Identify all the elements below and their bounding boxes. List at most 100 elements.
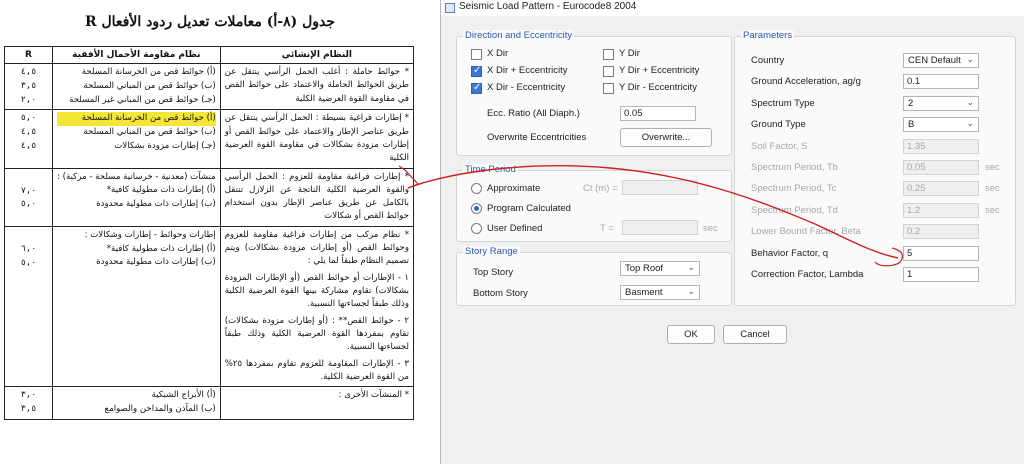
resist-item: (ب) إطارات ذات مطولية محدودة [96, 257, 216, 268]
r-value: ٥,٠ [20, 113, 37, 124]
seismic-load-pattern-dialog: Seismic Load Pattern - Eurocode8 2004 Di… [440, 0, 1024, 464]
resist-item: (جـ) حوائط قص من المباني غير المسلحة [69, 94, 216, 105]
param-label: Lower Bound Factor, Beta [751, 226, 861, 237]
structural-subitem: ٢ - حوائط القص** : (أو إطارات مزودة بشكا… [224, 315, 409, 353]
param-value: B [908, 119, 915, 130]
r-values: ٣,٠ ٣,٥ [4, 386, 53, 420]
chevron-down-icon: ⌄ [966, 118, 974, 128]
header-r: R [4, 46, 53, 64]
bottom-story-dropdown[interactable]: Basment ⌄ [620, 285, 700, 300]
t-input[interactable] [622, 220, 698, 235]
param-input[interactable]: 1.35 [903, 139, 979, 154]
cancel-button[interactable]: Cancel [723, 325, 787, 344]
resist-item: (أ) إطارات ذات مطولية كافية* [106, 243, 216, 254]
param-dropdown[interactable]: 2 ⌄ [903, 96, 979, 111]
resist-item: (أ) إطارات ذات مطولية كافية* [106, 185, 216, 196]
param-input[interactable]: 1.2 [903, 203, 979, 218]
user-defined-radio[interactable] [471, 223, 482, 234]
highlighted-resist-item: (أ) حوائط قص من الخرسانة المسلحة [57, 112, 216, 126]
chevron-down-icon: ⌄ [966, 97, 974, 107]
y-dir-label: Y Dir [619, 48, 640, 59]
param-input[interactable]: 5 [903, 246, 979, 261]
r-value: ٣,٥ [20, 80, 37, 91]
param-unit: sec [985, 162, 1000, 173]
resisting-system-cell: إطارات وحوائط - إطارات وشكالات : (أ) إطا… [52, 225, 221, 388]
param-dropdown[interactable]: B ⌄ [903, 117, 979, 132]
structural-system-cell: * المنشآت الأخرى : [219, 386, 415, 420]
approximate-label: Approximate [487, 183, 541, 194]
y-dir-plus-ecc-checkbox[interactable] [603, 66, 614, 77]
param-dropdown[interactable]: CEN Default ⌄ [903, 53, 979, 68]
ecc-ratio-label: Ecc. Ratio (All Diaph.) [487, 108, 580, 119]
chevron-down-icon: ⌄ [966, 54, 974, 64]
param-input[interactable]: 1 [903, 267, 979, 282]
overwrite-button[interactable]: Overwrite... [620, 128, 712, 147]
time-period-group: Time Period Approximate Ct (m) = Program… [456, 164, 732, 242]
parameters-group: Parameters Country CEN Default ⌄ Ground Acc… [734, 30, 1016, 306]
dialog-title: Seismic Load Pattern - Eurocode8 2004 [459, 1, 637, 12]
scanned-code-table: جدول (٨-أ) معاملات تعديل ردود الأفعال R … [0, 0, 420, 464]
param-label: Correction Factor, Lambda [751, 269, 864, 280]
y-dir-minus-ecc-checkbox[interactable] [603, 83, 614, 94]
param-input[interactable]: 0.2 [903, 224, 979, 239]
x-dir-minus-ecc-checkbox[interactable] [471, 82, 482, 94]
resist-item: إطارات وحوائط - إطارات وشكالات : [84, 229, 216, 240]
t-unit: sec [703, 223, 718, 234]
top-story-dropdown[interactable]: Top Roof ⌄ [620, 261, 700, 276]
dialog-titlebar: Seismic Load Pattern - Eurocode8 2004 [441, 0, 1024, 16]
structural-system-cell: * إطارات فراغية مقاومة للعزوم : الحمل ال… [219, 167, 415, 227]
param-value: CEN Default [908, 55, 961, 66]
param-input[interactable]: 0.25 [903, 181, 979, 196]
ok-button[interactable]: OK [667, 325, 715, 344]
structural-subitem: ٣ - الإطارات المقاومة للعزوم تقاوم بمفرد… [224, 358, 409, 382]
table-row: ٣,٠ ٣,٥ (أ) الأبراج الشبكية (ب) المآذن و… [4, 386, 415, 420]
y-dir-checkbox[interactable] [603, 49, 614, 60]
param-label: Ground Acceleration, ag/g [751, 76, 861, 87]
param-value: 2 [908, 98, 914, 109]
program-calculated-radio[interactable] [471, 203, 482, 214]
top-story-label: Top Story [473, 267, 514, 278]
resist-item: (ب) حوائط قص من المباني المسلحة [83, 127, 216, 137]
param-input[interactable]: 0.05 [903, 160, 979, 175]
t-label: T = [600, 223, 614, 234]
approximate-radio[interactable] [471, 183, 482, 194]
x-dir-checkbox[interactable] [471, 49, 482, 60]
r-value: ٦,٠ [20, 243, 37, 254]
structural-system-cell: * إطارات فراغية بسيطة : الحمل الرأسي ينت… [219, 109, 415, 169]
r-value: ٢,٠ [20, 94, 37, 105]
resisting-system-cell: (أ) حوائط قص من الخرسانة المسلحة (ب) حوا… [52, 109, 221, 169]
top-story-value: Top Roof [625, 263, 664, 274]
x-dir-label: X Dir [487, 48, 509, 59]
ecc-ratio-input[interactable]: 0.05 [620, 106, 696, 121]
bottom-story-value: Basment [625, 287, 663, 298]
ct-input[interactable] [622, 180, 698, 195]
direction-eccentricity-group: Direction and Eccentricity X Dir Y Dir X… [456, 30, 732, 156]
resist-item: (جـ) إطارات مزودة بشكالات [114, 140, 216, 151]
param-label: Spectrum Period, Tb [751, 162, 838, 173]
resist-item: (ب) المآذن والمداخن والصوامع [104, 403, 216, 414]
header-resisting-system: نظام مقاومة الأحمال الأفقية [52, 46, 221, 64]
resist-item: (ب) إطارات ذات مطولية محدودة [96, 199, 216, 209]
r-value: ٣,٥ [20, 403, 37, 414]
r-value: ٤,٥ [20, 127, 37, 137]
app-icon [445, 3, 455, 13]
overwrite-ecc-label: Overwrite Eccentricities [487, 132, 587, 143]
structural-system-cell: * حوائط حاملة : أغلب الحمل الرأسي ينتقل … [219, 62, 415, 111]
param-label: Soil Factor, S [751, 141, 808, 152]
r-value: ٣,٠ [20, 390, 37, 401]
param-label: Spectrum Period, Tc [751, 183, 837, 194]
resisting-system-cell: منشآت (معدنية - خرسانية مسلحة - مركبة) :… [52, 167, 221, 227]
table-header-row: R نظام مقاومة الأحمال الأفقية النظام الإ… [4, 46, 415, 64]
table-row: ٦,٠ ٥,٠ إطارات وحوائط - إطارات وشكالات :… [4, 225, 415, 388]
r-value: ٥,٠ [20, 199, 37, 210]
param-unit: sec [985, 183, 1000, 194]
r-values: ٤,٥ ٣,٥ ٢,٠ [4, 62, 53, 111]
table-row: ٥,٠ ٤,٥ ٤,٥ (أ) حوائط قص من الخرسانة الم… [4, 109, 415, 169]
r-values: ٧,٠ ٥,٠ [4, 167, 53, 227]
resisting-system-cell: (أ) الأبراج الشبكية (ب) المآذن والمداخن … [52, 386, 221, 420]
resist-item: (ب) حوائط قص من المباني المسلحة [83, 80, 216, 91]
group-label: Direction and Eccentricity [463, 30, 575, 41]
param-input[interactable]: 0.1 [903, 74, 979, 89]
y-dir-plus-ecc-label: Y Dir + Eccentricity [619, 65, 700, 76]
x-dir-plus-ecc-checkbox[interactable] [471, 65, 482, 77]
